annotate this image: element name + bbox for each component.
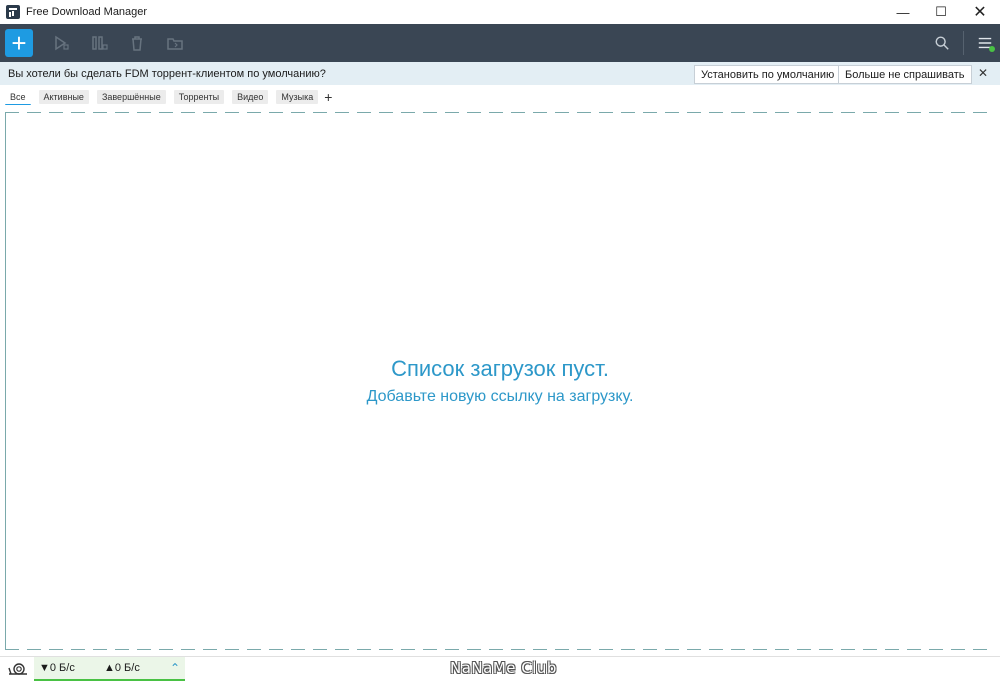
tab-music[interactable]: Музыка — [276, 90, 319, 104]
status-bar: ▼0 Б/с ▲0 Б/с ⌃ NaNaMe Club — [0, 656, 1000, 681]
download-speed: ▼0 Б/с — [39, 662, 75, 674]
default-client-notification: Вы хотели бы сделать FDM торрент-клиенто… — [0, 62, 1000, 85]
search-icon[interactable] — [927, 28, 957, 58]
watermark: NaNaMe Club — [450, 659, 557, 677]
add-download-button[interactable]: + — [5, 29, 33, 57]
set-default-button[interactable]: Установить по умолчанию — [694, 65, 842, 84]
trash-icon[interactable] — [121, 27, 153, 59]
maximize-button[interactable]: ☐ — [922, 0, 960, 24]
window-controls: — ☐ ✕ — [884, 0, 1000, 24]
folder-icon[interactable] — [159, 27, 191, 59]
dont-ask-button[interactable]: Больше не спрашивать — [838, 65, 972, 84]
main-toolbar: + — [0, 24, 1000, 62]
window-title: Free Download Manager — [26, 6, 148, 18]
title-bar: Free Download Manager — ☐ ✕ — [0, 0, 1000, 24]
filter-tabs: Все Активные Завершённые Торренты Видео … — [5, 88, 332, 106]
toolbar-right — [927, 24, 1000, 62]
menu-icon[interactable] — [970, 28, 1000, 58]
empty-list-title: Список загрузок пуст. — [391, 356, 609, 381]
pause-icon[interactable] — [83, 27, 115, 59]
close-button[interactable]: ✕ — [960, 0, 1000, 24]
empty-list-subtitle: Добавьте новую ссылку на загрузку. — [366, 388, 634, 405]
minimize-button[interactable]: — — [884, 0, 922, 24]
snail-mode-icon[interactable] — [7, 661, 29, 677]
speed-indicator[interactable]: ▼0 Б/с ▲0 Б/с ⌃ — [34, 657, 185, 681]
tab-video[interactable]: Видео — [232, 90, 269, 104]
status-dot-icon — [989, 46, 995, 52]
tab-active[interactable]: Активные — [38, 90, 89, 104]
add-tab-icon[interactable]: + — [324, 89, 332, 105]
app-logo-icon — [6, 5, 20, 19]
upload-speed: ▲0 Б/с — [104, 662, 140, 674]
tab-torrents[interactable]: Торренты — [173, 90, 225, 104]
chevron-up-icon[interactable]: ⌃ — [170, 661, 180, 675]
toolbar-separator — [963, 31, 964, 55]
notification-text: Вы хотели бы сделать FDM торрент-клиенто… — [8, 67, 326, 80]
play-icon[interactable] — [45, 27, 77, 59]
tab-completed[interactable]: Завершённые — [96, 90, 166, 104]
notification-close-icon[interactable]: ✕ — [978, 66, 988, 80]
tab-all[interactable]: Все — [5, 89, 31, 105]
